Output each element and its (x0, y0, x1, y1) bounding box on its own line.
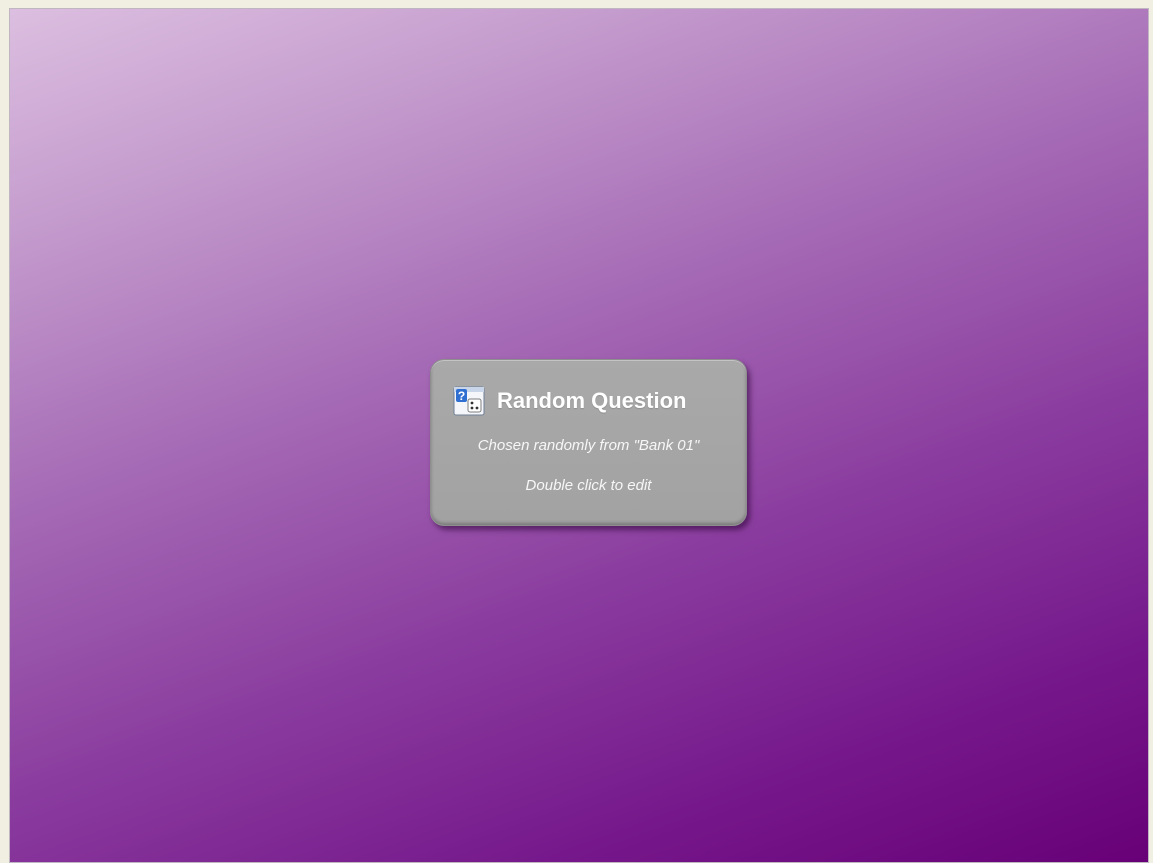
svg-text:?: ? (458, 389, 465, 403)
card-hint: Double click to edit (525, 477, 652, 494)
card-header: ? Random Question (453, 385, 686, 417)
editor-frame: ? Random Question Chosen randomly from "… (0, 0, 1153, 863)
slide-canvas[interactable]: ? Random Question Chosen randomly from "… (9, 8, 1149, 863)
random-question-icon: ? (453, 386, 485, 416)
card-title: Random Question (497, 388, 687, 413)
card-subtitle: Chosen randomly from "Bank 01" (477, 437, 700, 454)
random-question-card[interactable]: ? Random Question Chosen randomly from "… (430, 359, 747, 526)
